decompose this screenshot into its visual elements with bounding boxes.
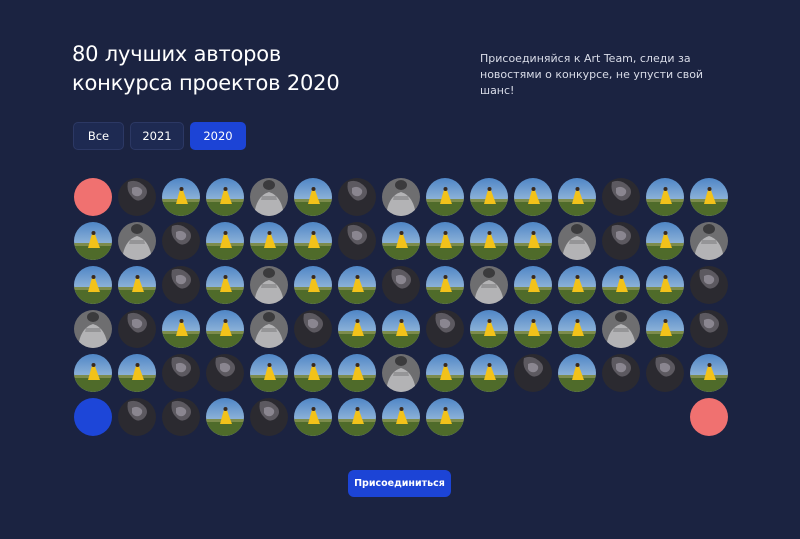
author-avatar[interactable]	[470, 310, 508, 348]
author-avatar[interactable]	[294, 310, 332, 348]
author-avatar[interactable]	[118, 310, 156, 348]
author-avatar[interactable]	[74, 266, 112, 304]
author-avatar[interactable]	[690, 266, 728, 304]
blue-dot	[74, 398, 112, 436]
author-avatar[interactable]	[514, 222, 552, 260]
author-avatar[interactable]	[118, 222, 156, 260]
page-title: 80 лучших авторов конкурса проектов 2020	[72, 40, 340, 98]
author-avatar[interactable]	[250, 310, 288, 348]
author-avatar[interactable]	[338, 354, 376, 392]
author-avatar[interactable]	[382, 310, 420, 348]
join-button[interactable]: Присоединиться	[348, 470, 451, 497]
author-avatar[interactable]	[514, 354, 552, 392]
author-avatar[interactable]	[514, 266, 552, 304]
tab-all[interactable]: Все	[73, 122, 124, 150]
author-avatar[interactable]	[426, 398, 464, 436]
author-avatar[interactable]	[118, 354, 156, 392]
author-avatar[interactable]	[470, 222, 508, 260]
author-avatar[interactable]	[250, 398, 288, 436]
title-line-1: 80 лучших авторов	[72, 42, 282, 66]
author-avatar[interactable]	[558, 310, 596, 348]
author-avatar[interactable]	[426, 178, 464, 216]
author-avatar[interactable]	[74, 310, 112, 348]
author-avatar[interactable]	[690, 222, 728, 260]
author-avatar[interactable]	[118, 266, 156, 304]
author-avatar[interactable]	[558, 266, 596, 304]
author-avatar[interactable]	[602, 222, 640, 260]
author-avatar[interactable]	[162, 222, 200, 260]
author-avatar[interactable]	[470, 354, 508, 392]
year-filter-tabs: Все 2021 2020	[73, 122, 246, 150]
author-avatar[interactable]	[206, 398, 244, 436]
author-avatar[interactable]	[646, 266, 684, 304]
author-avatar[interactable]	[382, 398, 420, 436]
author-avatar[interactable]	[602, 310, 640, 348]
author-avatar[interactable]	[558, 178, 596, 216]
author-avatar[interactable]	[118, 178, 156, 216]
author-avatar[interactable]	[690, 178, 728, 216]
author-avatar[interactable]	[206, 354, 244, 392]
author-avatar[interactable]	[162, 310, 200, 348]
author-avatar[interactable]	[338, 222, 376, 260]
author-avatar[interactable]	[690, 310, 728, 348]
author-avatar[interactable]	[514, 310, 552, 348]
subtitle-text: Присоединяйся к Art Team, следи за новос…	[480, 52, 704, 97]
author-avatar[interactable]	[250, 222, 288, 260]
author-avatar[interactable]	[602, 266, 640, 304]
author-avatar[interactable]	[426, 266, 464, 304]
author-avatar[interactable]	[382, 266, 420, 304]
author-avatar[interactable]	[294, 266, 332, 304]
author-avatar[interactable]	[250, 178, 288, 216]
author-avatar[interactable]	[338, 178, 376, 216]
author-avatar[interactable]	[206, 178, 244, 216]
pink-dot	[74, 178, 112, 216]
author-avatar[interactable]	[162, 266, 200, 304]
author-avatar[interactable]	[602, 354, 640, 392]
author-avatar[interactable]	[382, 178, 420, 216]
author-avatar[interactable]	[162, 354, 200, 392]
author-avatar[interactable]	[602, 178, 640, 216]
authors-grid	[74, 178, 728, 436]
author-avatar[interactable]	[426, 354, 464, 392]
author-avatar[interactable]	[294, 354, 332, 392]
author-avatar[interactable]	[162, 178, 200, 216]
author-avatar[interactable]	[338, 266, 376, 304]
author-avatar[interactable]	[646, 310, 684, 348]
author-avatar[interactable]	[426, 222, 464, 260]
author-avatar[interactable]	[338, 398, 376, 436]
author-avatar[interactable]	[294, 222, 332, 260]
author-avatar[interactable]	[558, 354, 596, 392]
author-avatar[interactable]	[206, 266, 244, 304]
author-avatar[interactable]	[118, 398, 156, 436]
tab-2021[interactable]: 2021	[130, 122, 184, 150]
author-avatar[interactable]	[426, 310, 464, 348]
author-avatar[interactable]	[162, 398, 200, 436]
author-avatar[interactable]	[646, 222, 684, 260]
author-avatar[interactable]	[470, 178, 508, 216]
title-line-2: конкурса проектов 2020	[72, 71, 340, 95]
author-avatar[interactable]	[382, 222, 420, 260]
author-avatar[interactable]	[206, 222, 244, 260]
author-avatar[interactable]	[646, 354, 684, 392]
pink-dot	[690, 398, 728, 436]
author-avatar[interactable]	[206, 310, 244, 348]
author-avatar[interactable]	[514, 178, 552, 216]
author-avatar[interactable]	[250, 354, 288, 392]
author-avatar[interactable]	[74, 354, 112, 392]
author-avatar[interactable]	[74, 222, 112, 260]
tab-2020[interactable]: 2020	[190, 122, 246, 150]
author-avatar[interactable]	[646, 178, 684, 216]
author-avatar[interactable]	[294, 398, 332, 436]
author-avatar[interactable]	[338, 310, 376, 348]
author-avatar[interactable]	[470, 266, 508, 304]
author-avatar[interactable]	[382, 354, 420, 392]
author-avatar[interactable]	[294, 178, 332, 216]
author-avatar[interactable]	[690, 354, 728, 392]
author-avatar[interactable]	[558, 222, 596, 260]
author-avatar[interactable]	[250, 266, 288, 304]
